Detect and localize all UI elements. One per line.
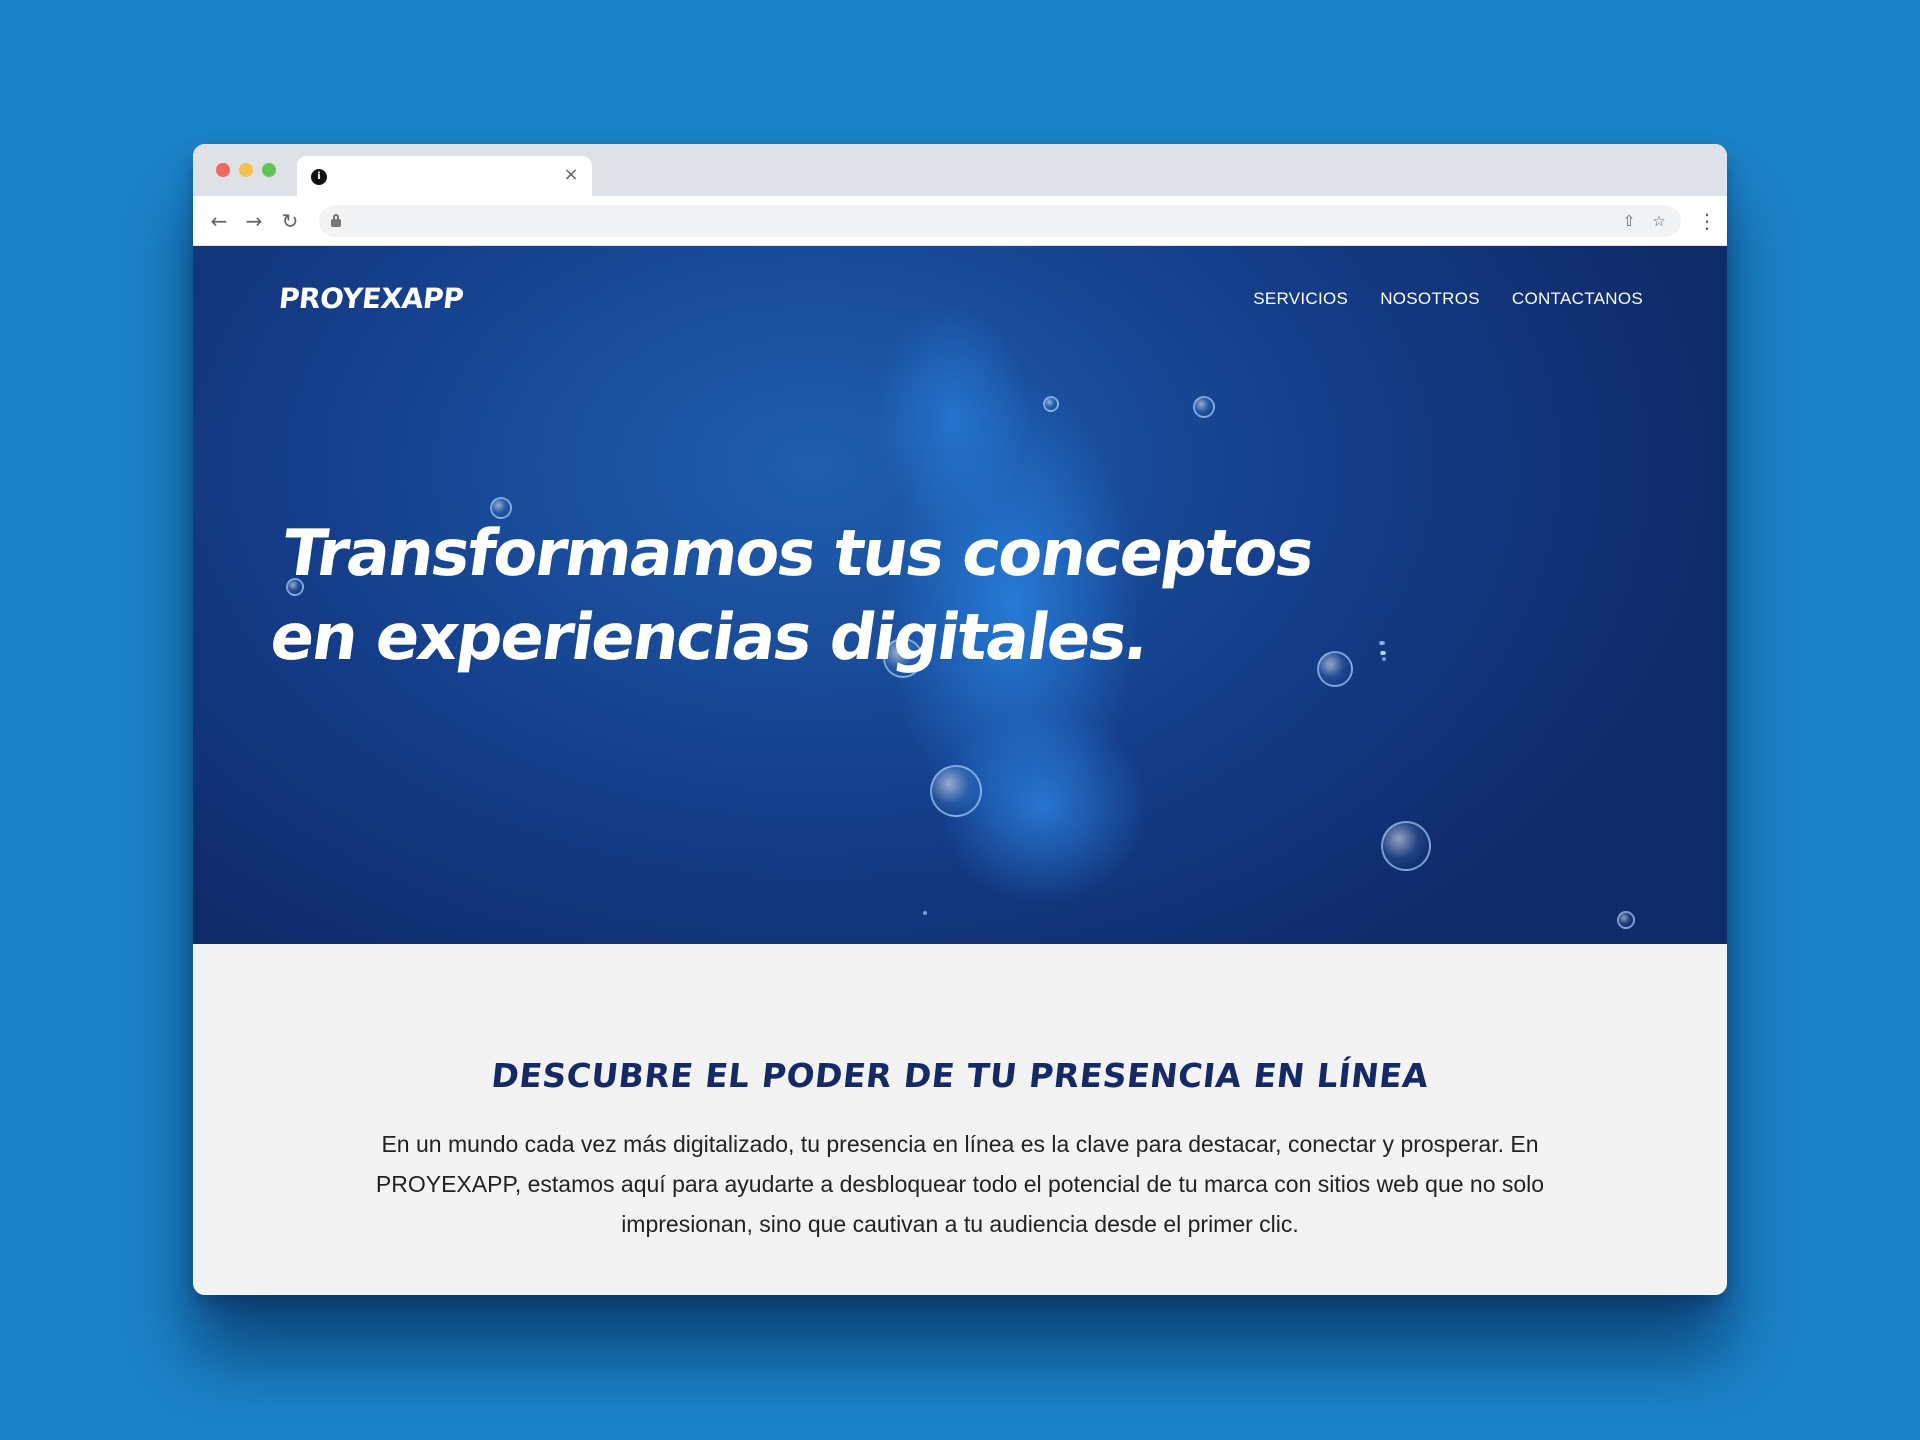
back-arrow-icon[interactable]: ← [206, 208, 232, 234]
maximize-window-button[interactable] [262, 163, 276, 177]
lock-icon [331, 214, 341, 227]
nav-link-nosotros[interactable]: NOSOTROS [1380, 289, 1480, 309]
browser-window: i × ← → ↻ ⇧ ☆ ⋮ PROYEXAPP SERVICIOS NOSO… [193, 144, 1727, 1295]
bubble-decoration [1617, 911, 1635, 929]
forward-arrow-icon[interactable]: → [241, 208, 267, 234]
browser-titlebar: i × [193, 144, 1727, 196]
site-logo[interactable]: PROYEXAPP [277, 282, 465, 315]
nav-link-contactanos[interactable]: CONTACTANOS [1512, 289, 1643, 309]
bubble-decoration [930, 765, 982, 817]
kebab-menu-icon[interactable]: ⋮ [1697, 208, 1717, 234]
bubble-decoration [923, 911, 927, 915]
hero-section: PROYEXAPP SERVICIOS NOSOTROS CONTACTANOS… [193, 246, 1727, 944]
bubble-decoration [1381, 651, 1385, 655]
share-icon[interactable]: ⇧ [1617, 209, 1641, 233]
bubble-decoration [1381, 641, 1385, 645]
nav-link-servicios[interactable]: SERVICIOS [1253, 289, 1348, 309]
star-icon[interactable]: ☆ [1647, 209, 1671, 233]
bubble-decoration [1043, 396, 1059, 412]
bubble-decoration [1381, 821, 1431, 871]
tab-close-icon[interactable]: × [560, 164, 582, 186]
address-bar[interactable]: ⇧ ☆ [319, 205, 1681, 237]
bubble-decoration [1193, 396, 1215, 418]
bubble-decoration [1382, 657, 1386, 661]
favicon-icon: i [311, 169, 327, 185]
intro-section: DESCUBRE EL PODER DE TU PRESENCIA EN LÍN… [193, 944, 1727, 1295]
desktop-background: i × ← → ↻ ⇧ ☆ ⋮ PROYEXAPP SERVICIOS NOSO… [0, 0, 1920, 1440]
section-body: En un mundo cada vez más digitalizado, t… [375, 1131, 1545, 1237]
browser-tab[interactable]: i × [297, 156, 592, 196]
main-navigation: SERVICIOS NOSOTROS CONTACTANOS [1253, 289, 1643, 309]
hero-title: Transformamos tus conceptos en experienc… [265, 517, 1318, 675]
minimize-window-button[interactable] [239, 163, 253, 177]
close-window-button[interactable] [216, 163, 230, 177]
browser-toolbar: ← → ↻ ⇧ ☆ ⋮ [193, 196, 1727, 246]
section-title: DESCUBRE EL PODER DE TU PRESENCIA EN LÍN… [489, 1056, 1431, 1095]
reload-icon[interactable]: ↻ [277, 208, 303, 234]
